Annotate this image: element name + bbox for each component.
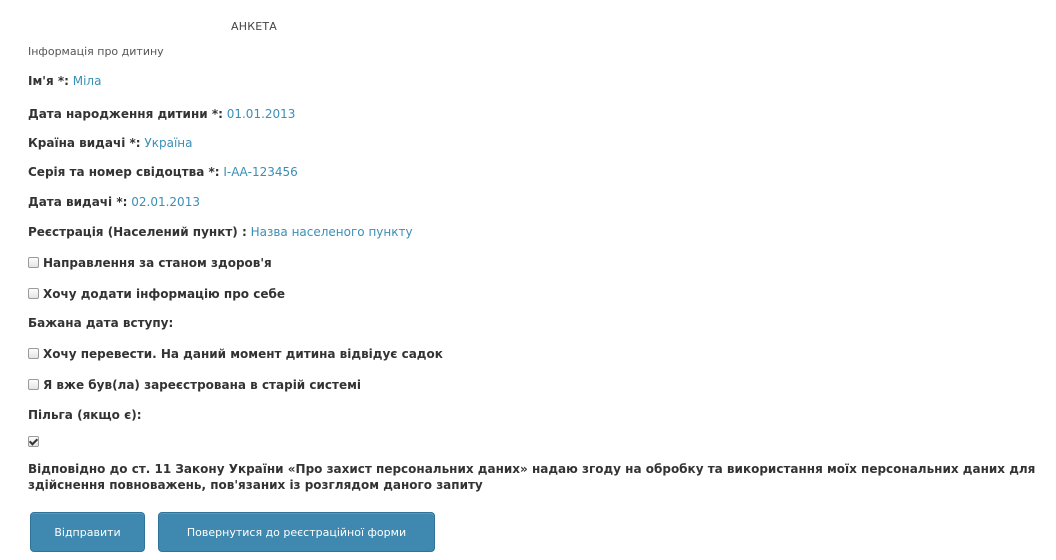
health-referral-label: Направлення за станом здоров'я (43, 256, 272, 270)
field-label: Дата видачі *: (28, 195, 128, 209)
old-system-checkbox[interactable] (28, 379, 39, 390)
field-label: Реєстрація (Населений пункт) : (28, 225, 247, 239)
field-label: Ім'я *: (28, 74, 69, 88)
transfer-checkbox[interactable] (28, 348, 39, 359)
field-value: 01.01.2013 (226, 107, 296, 121)
field-birth-date: Дата народження дитини *: 01.01.2013 (28, 106, 295, 122)
section-heading: Інформація про дитину (28, 45, 164, 58)
benefit-label: Пільга (якщо є): (28, 408, 142, 422)
health-referral-option[interactable]: Направлення за станом здоров'я (28, 255, 272, 271)
field-label: Дата народження дитини *: (28, 107, 223, 121)
field-registration-locality: Реєстрація (Населений пункт) : Назва нас… (28, 224, 413, 240)
field-value: Україна (144, 136, 193, 150)
field-name: Ім'я *: Міла (28, 73, 101, 89)
application-form: АНКЕТА Інформація про дитину Ім'я *: Міл… (0, 0, 1056, 560)
desired-date-row: Бажана дата вступу: (28, 315, 173, 331)
old-system-option[interactable]: Я вже був(ла) зареєстрована в старій сис… (28, 377, 361, 393)
field-value: Назва населеного пункту (250, 225, 413, 239)
health-referral-checkbox[interactable] (28, 257, 39, 268)
submit-button[interactable]: Відправити (30, 512, 145, 552)
back-to-registration-button[interactable]: Повернутися до реєстраційної форми (158, 512, 435, 552)
add-self-info-checkbox[interactable] (28, 288, 39, 299)
field-value: І-АА-123456 (223, 165, 298, 179)
field-issue-date: Дата видачі *: 02.01.2013 (28, 194, 200, 210)
field-value: Міла (72, 74, 102, 88)
desired-date-label: Бажана дата вступу: (28, 316, 174, 330)
field-issue-country: Країна видачі *: Україна (28, 135, 192, 151)
benefit-row: Пільга (якщо є): (28, 407, 142, 423)
consent-checkbox[interactable] (28, 436, 39, 447)
field-value: 02.01.2013 (131, 195, 200, 209)
transfer-option[interactable]: Хочу перевести. На даний момент дитина в… (28, 346, 443, 362)
consent-text: Відповідно до ст. 11 Закону України «Про… (28, 462, 1036, 492)
field-certificate-number: Серія та номер свідоцтва *: І-АА-123456 (28, 164, 298, 180)
add-self-info-label: Хочу додати інформацію про себе (43, 287, 285, 301)
field-label: Серія та номер свідоцтва *: (28, 165, 220, 179)
field-label: Країна видачі *: (28, 136, 141, 150)
consent-checkbox-row[interactable] (28, 434, 43, 450)
form-title: АНКЕТА (231, 20, 278, 33)
add-self-info-option[interactable]: Хочу додати інформацію про себе (28, 286, 285, 302)
old-system-label: Я вже був(ла) зареєстрована в старій сис… (43, 378, 362, 392)
transfer-label: Хочу перевести. На даний момент дитина в… (43, 347, 443, 361)
